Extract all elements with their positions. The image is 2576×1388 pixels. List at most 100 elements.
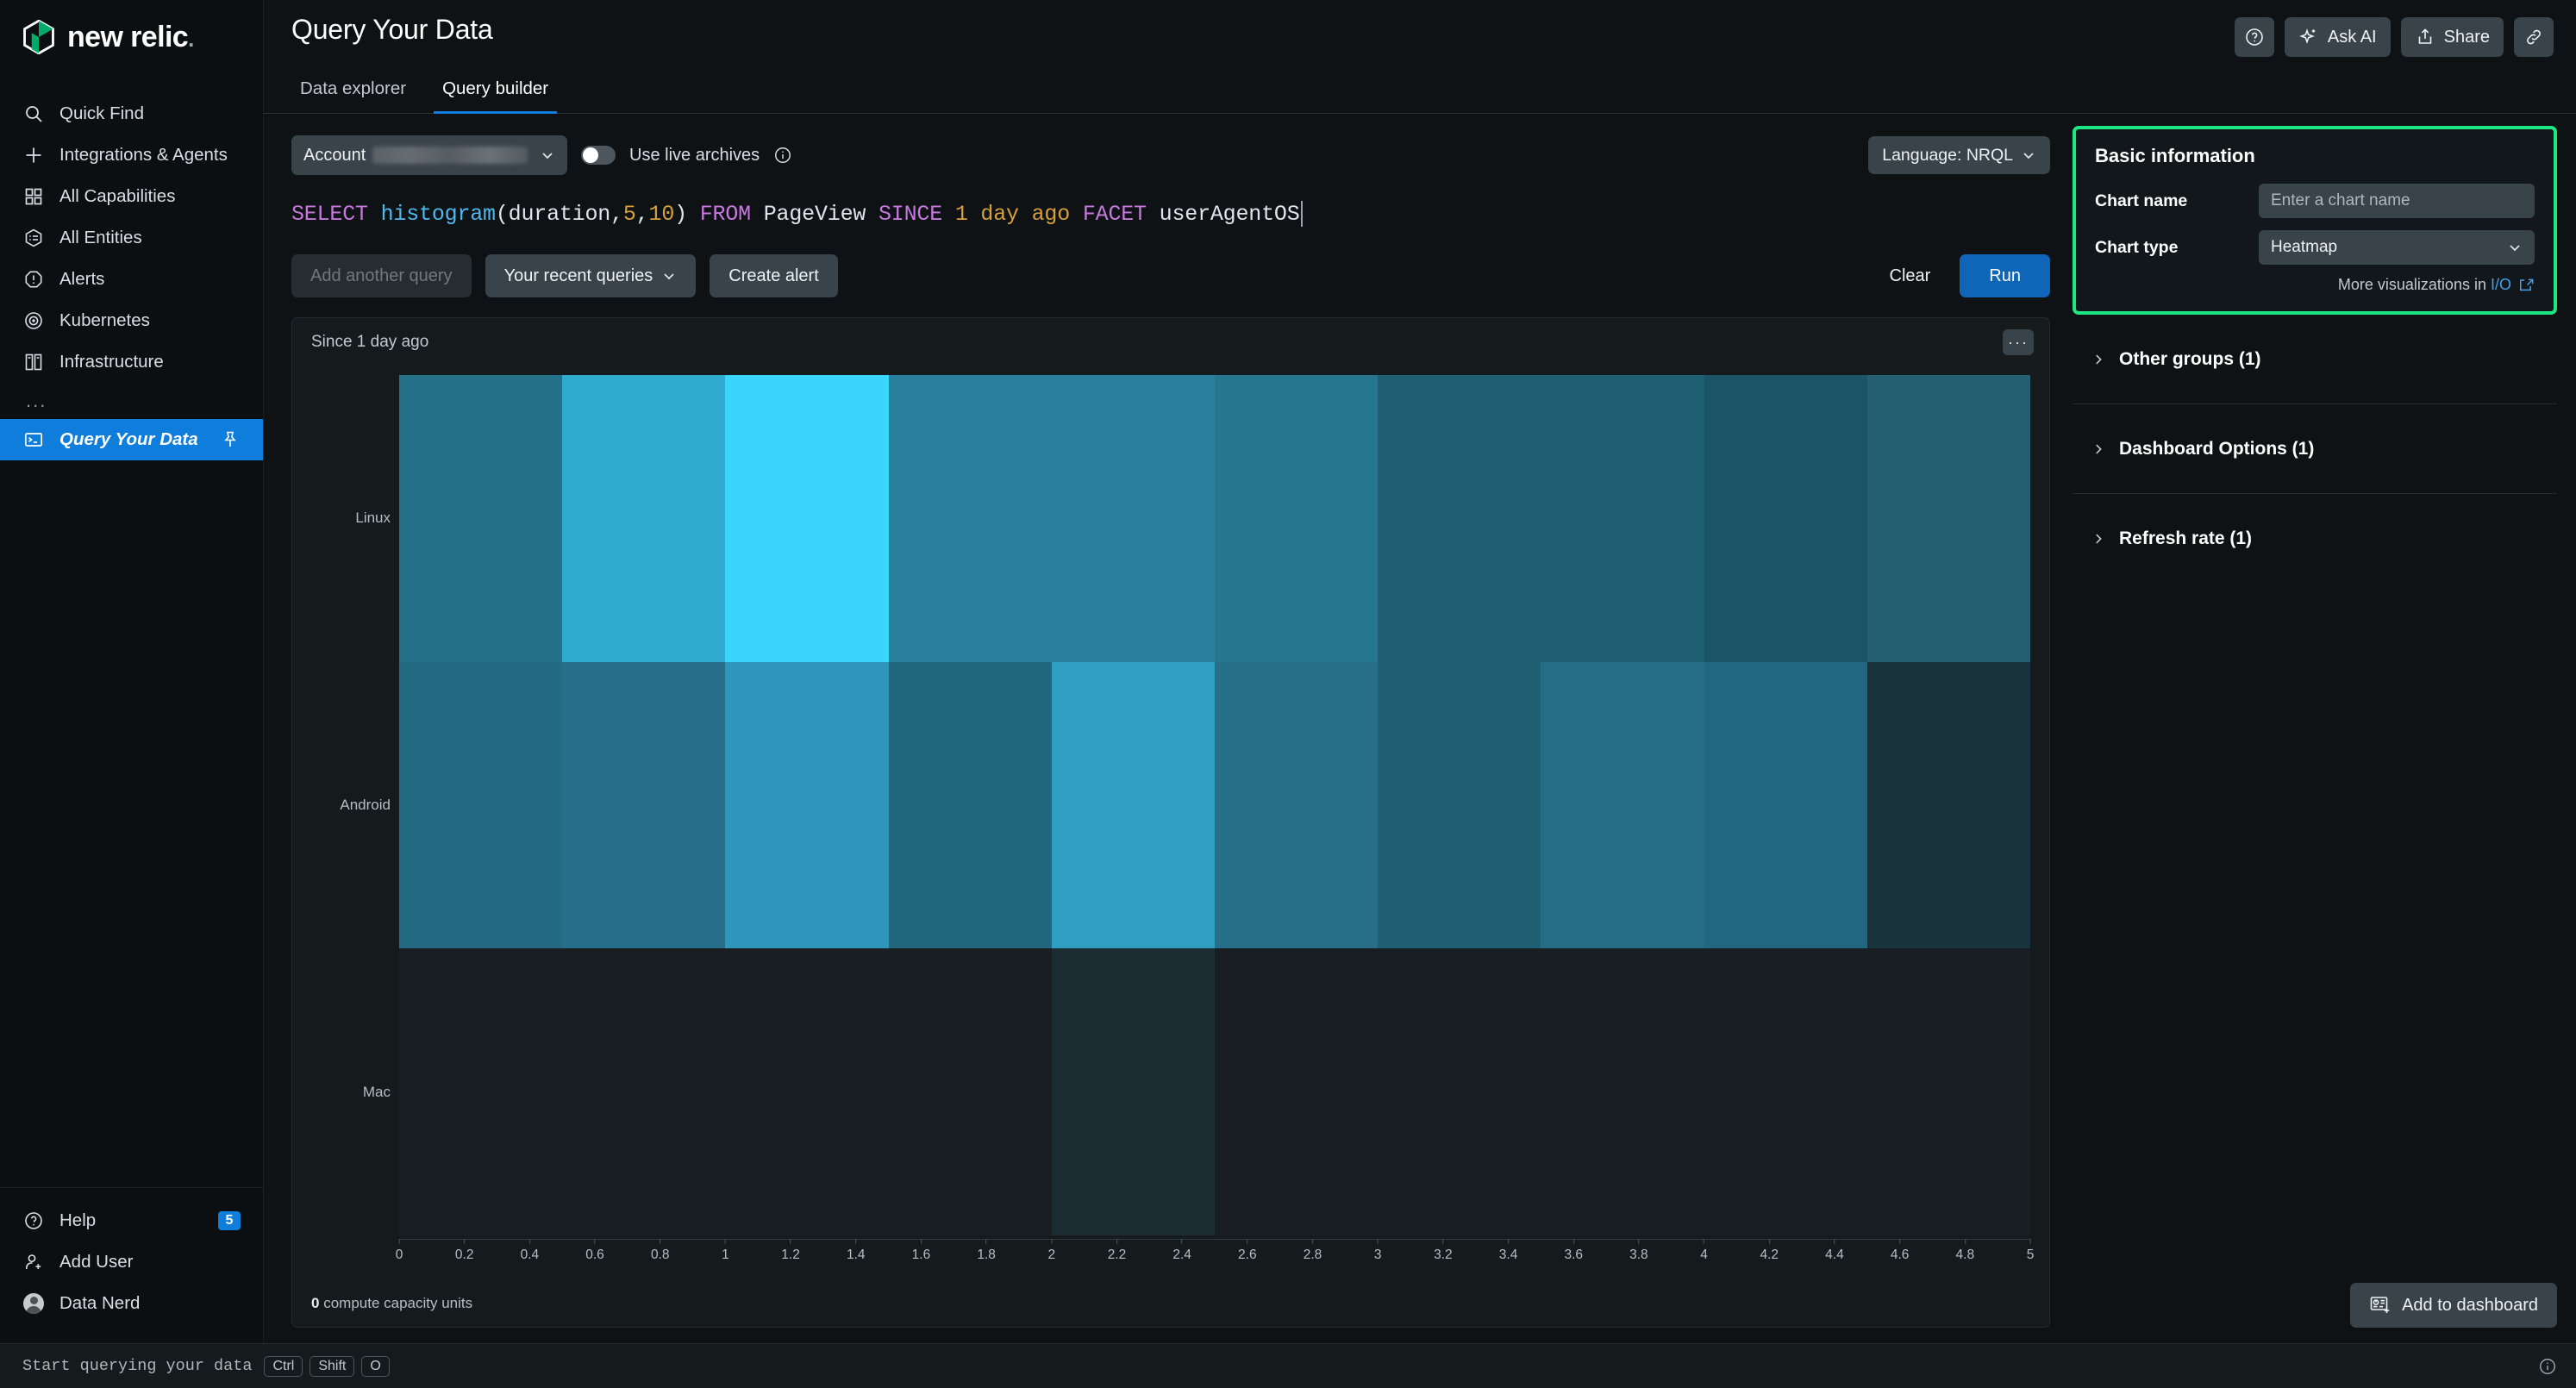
heatmap-cell[interactable] [1541, 375, 1704, 662]
section-other-groups[interactable]: Other groups (1) [2073, 315, 2557, 404]
x-axis-tick-mark [528, 1239, 530, 1244]
y-axis-tick-label: Mac [362, 1083, 391, 1100]
use-live-archives-label: Use live archives [629, 145, 760, 165]
chart-time-range-label: Since 1 day ago [311, 333, 429, 351]
compute-capacity-count: 0 [311, 1295, 320, 1311]
plus-icon [22, 144, 45, 166]
info-circle-icon[interactable] [2538, 1357, 2557, 1376]
use-live-archives-toggle[interactable] [581, 146, 616, 165]
x-axis-tick-label: 2 [1047, 1247, 1056, 1262]
nrql-token: histogram [380, 201, 496, 227]
heatmap-row [399, 375, 2031, 662]
heatmap-cell[interactable] [888, 661, 1052, 949]
x-axis-tick: 2.8 [1304, 1239, 1322, 1263]
heatmap-cell[interactable] [888, 948, 1052, 1235]
info-circle-icon[interactable] [773, 146, 792, 165]
language-label: Language: NRQL [1882, 145, 2013, 165]
section-dashboard-options[interactable]: Dashboard Options (1) [2073, 404, 2557, 494]
heatmap-cell[interactable] [1378, 661, 1541, 949]
heatmap-cell[interactable] [1866, 375, 2031, 662]
heatmap-cell[interactable] [725, 661, 889, 949]
sidebar-item-query-your-data[interactable]: Query Your Data [0, 419, 263, 460]
dashboard-add-icon [2369, 1294, 2392, 1316]
heatmap-cell[interactable] [1215, 375, 1379, 662]
sidebar-item-all-entities[interactable]: All Entities [0, 217, 263, 259]
heatmap-cell[interactable] [1866, 948, 2031, 1235]
x-axis-tick-label: 4.8 [1955, 1247, 1975, 1262]
nrql-query-editor[interactable]: SELECT histogram(duration,5,10) FROM Pag… [291, 193, 2050, 234]
sidebar-item-data-nerd[interactable]: Data Nerd [0, 1283, 263, 1324]
section-refresh-rate[interactable]: Refresh rate (1) [2073, 494, 2557, 584]
sidebar-item-label: Query Your Data [59, 429, 198, 449]
heatmap-cell[interactable] [562, 375, 726, 662]
heatmap-cell[interactable] [888, 375, 1052, 662]
heatmap-cell[interactable] [1051, 948, 1216, 1235]
heatmap-cell[interactable] [725, 948, 889, 1235]
share-icon [2415, 27, 2435, 47]
sidebar-more-ellipsis[interactable]: ... [0, 383, 263, 419]
help-button[interactable] [2234, 17, 2274, 57]
heatmap-cell[interactable] [1378, 948, 1541, 1235]
sidebar-item-alerts[interactable]: Alerts [0, 259, 263, 300]
heatmap-cell[interactable] [562, 948, 726, 1235]
heatmap-cell[interactable] [399, 375, 563, 662]
create-alert-button[interactable]: Create alert [710, 254, 838, 297]
heatmap-cell[interactable] [725, 375, 889, 662]
ask-ai-button[interactable]: Ask AI [2284, 17, 2391, 57]
run-button[interactable]: Run [1960, 254, 2050, 297]
sidebar-item-add-user[interactable]: Add User [0, 1241, 263, 1283]
sidebar-item-infrastructure[interactable]: Infrastructure [0, 341, 263, 383]
query-actions-row: Add another query Your recent queries Cr… [291, 253, 2050, 298]
app-window: new relic. Quick Find Integrations & Age… [0, 0, 2576, 1388]
tab-query-builder[interactable]: Query builder [434, 78, 558, 114]
copy-link-button[interactable] [2514, 17, 2554, 57]
nrql-token: 1 day ago [954, 201, 1083, 227]
heatmap-cell[interactable] [1704, 948, 1867, 1235]
x-axis-tick: 4.2 [1760, 1239, 1779, 1263]
chart-name-input[interactable] [2259, 184, 2535, 218]
sidebar-item-integrations-agents[interactable]: Integrations & Agents [0, 134, 263, 176]
heatmap-cell[interactable] [1215, 948, 1379, 1235]
your-recent-queries-button[interactable]: Your recent queries [485, 254, 697, 297]
section-label: Dashboard Options (1) [2119, 438, 2315, 459]
search-icon [22, 103, 45, 125]
heatmap-cell[interactable] [1051, 661, 1216, 949]
sidebar-item-label: Infrastructure [59, 352, 164, 372]
share-button[interactable]: Share [2400, 17, 2504, 57]
heatmap-cell[interactable] [1866, 661, 2031, 949]
x-axis-line [399, 1239, 2030, 1240]
heatmap-cell[interactable] [1541, 948, 1704, 1235]
chart-type-select[interactable]: Heatmap [2259, 230, 2535, 265]
sidebar-item-all-capabilities[interactable]: All Capabilities [0, 176, 263, 217]
sidebar-item-help[interactable]: Help 5 [0, 1200, 263, 1241]
heatmap-cell[interactable] [1541, 661, 1704, 949]
clear-button[interactable]: Clear [1874, 254, 1947, 297]
io-link[interactable]: I/O [2491, 276, 2511, 293]
right-panel-spacer [2073, 584, 2557, 1283]
add-to-dashboard-button[interactable]: Add to dashboard [2350, 1283, 2557, 1328]
new-relic-logo[interactable]: new relic. [0, 0, 263, 74]
heatmap-cell[interactable] [1215, 661, 1379, 949]
heatmap-cell[interactable] [399, 948, 563, 1235]
sidebar-item-quick-find[interactable]: Quick Find [0, 93, 263, 134]
x-axis-tick-label: 3.8 [1629, 1247, 1648, 1262]
add-another-query-button[interactable]: Add another query [291, 254, 472, 297]
sidebar-item-kubernetes[interactable]: Kubernetes [0, 300, 263, 341]
heatmap-cell[interactable] [1704, 661, 1867, 949]
heatmap-cell[interactable] [1051, 375, 1216, 662]
add-user-icon [22, 1251, 45, 1273]
language-selector[interactable]: Language: NRQL [1868, 136, 2050, 174]
heatmap-cell[interactable] [399, 661, 563, 949]
x-axis-tick: 2 [1047, 1239, 1055, 1263]
x-axis-tick: 1 [722, 1239, 729, 1263]
heatmap-cell[interactable] [562, 661, 726, 949]
tab-data-explorer[interactable]: Data explorer [291, 78, 415, 114]
pin-icon[interactable] [220, 429, 241, 450]
heatmap-cell[interactable] [1704, 375, 1867, 662]
x-axis-tick-label: 3.4 [1498, 1247, 1518, 1262]
terminal-icon [22, 428, 45, 451]
account-selector[interactable]: Account [291, 135, 567, 175]
x-axis-tick-label: 1 [722, 1247, 729, 1262]
heatmap-cell[interactable] [1378, 375, 1541, 662]
chart-menu-button[interactable]: ··· [2003, 329, 2034, 355]
